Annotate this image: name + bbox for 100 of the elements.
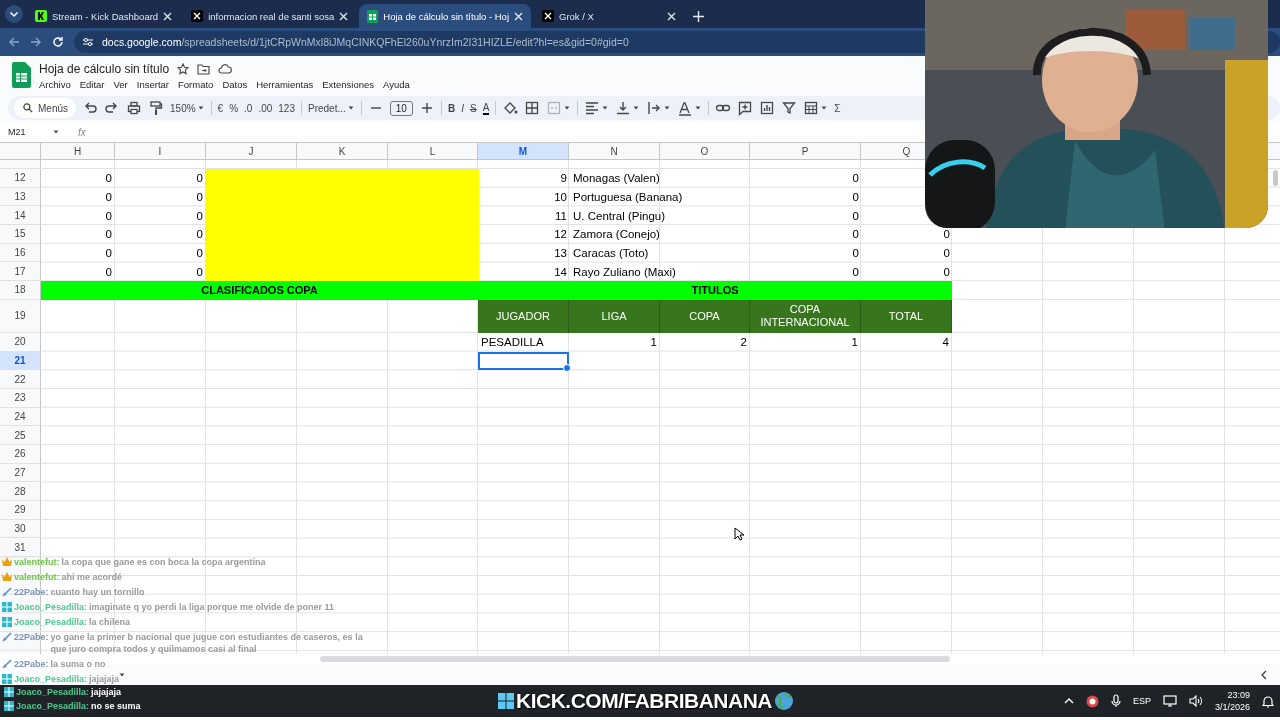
row-header[interactable]: 17 bbox=[0, 262, 41, 282]
merge-cells-icon[interactable] bbox=[546, 100, 563, 116]
print-icon[interactable] bbox=[126, 100, 142, 116]
menu-item[interactable]: Insertar bbox=[136, 79, 169, 90]
caret-icon[interactable] bbox=[601, 104, 610, 112]
chart-icon[interactable] bbox=[759, 100, 776, 116]
microphone-icon[interactable] bbox=[1110, 694, 1121, 708]
font-dropdown[interactable]: Predet... bbox=[308, 102, 346, 114]
close-icon[interactable] bbox=[514, 11, 523, 21]
windows-icon[interactable] bbox=[498, 693, 514, 709]
caret-icon[interactable] bbox=[632, 104, 641, 112]
close-icon[interactable] bbox=[339, 11, 349, 21]
number-format-button[interactable]: 123 bbox=[278, 102, 295, 114]
paint-format-icon[interactable] bbox=[148, 100, 164, 116]
scrollbar-thumb[interactable] bbox=[320, 656, 950, 662]
forward-arrow-icon[interactable] bbox=[30, 36, 42, 48]
chevron-up-icon[interactable] bbox=[1063, 697, 1074, 705]
table-icon[interactable] bbox=[803, 100, 820, 116]
table-cell-text: 0 bbox=[942, 227, 951, 243]
document-title[interactable]: Hoja de cálculo sin título bbox=[39, 62, 170, 76]
row-header[interactable]: 31 bbox=[0, 538, 41, 558]
search-menus-field[interactable]: Menús bbox=[14, 98, 76, 118]
caret-icon[interactable] bbox=[563, 104, 572, 112]
circle-app-icon[interactable] bbox=[1085, 694, 1099, 708]
text-rotation-icon[interactable] bbox=[677, 100, 694, 116]
font-size-field[interactable]: 10 bbox=[389, 100, 413, 116]
fill-color-icon[interactable] bbox=[502, 100, 519, 116]
column-header[interactable]: H bbox=[41, 143, 115, 159]
table-cell-text: U. Central (Pingu) bbox=[572, 208, 667, 224]
selected-cell[interactable] bbox=[478, 351, 569, 371]
percent-format-button[interactable]: % bbox=[229, 102, 239, 114]
tab-search-icon[interactable] bbox=[4, 4, 24, 24]
plus-icon[interactable] bbox=[693, 11, 704, 22]
column-header[interactable]: O bbox=[660, 143, 750, 159]
row-header[interactable]: 22 bbox=[0, 370, 41, 389]
close-icon[interactable] bbox=[163, 11, 173, 21]
chat-username: 22Pabe: bbox=[14, 586, 49, 598]
menu-item[interactable]: Extensiones bbox=[322, 79, 374, 90]
reload-icon[interactable] bbox=[52, 36, 64, 48]
bell-icon[interactable] bbox=[1262, 694, 1274, 708]
row-header[interactable]: 29 bbox=[0, 501, 41, 520]
bold-button[interactable]: B bbox=[447, 102, 456, 114]
browser-tab[interactable]: Grok / X bbox=[534, 4, 684, 28]
menu-item[interactable]: Formato bbox=[178, 79, 214, 90]
site-settings-icon[interactable] bbox=[82, 36, 94, 48]
folder-icon[interactable] bbox=[197, 63, 211, 75]
column-header[interactable]: N bbox=[569, 143, 660, 159]
scrollbar-thumb[interactable] bbox=[1273, 170, 1278, 186]
menu-item[interactable]: Herramientas bbox=[256, 79, 314, 90]
caret-icon[interactable] bbox=[663, 104, 672, 112]
speaker-icon[interactable] bbox=[1188, 695, 1203, 707]
currency-format-button[interactable]: € bbox=[217, 102, 224, 114]
column-header[interactable]: K bbox=[297, 143, 388, 159]
name-box[interactable]: M21 bbox=[8, 127, 44, 137]
chat-message: no se suma bbox=[91, 700, 141, 712]
column-header[interactable]: J bbox=[206, 143, 297, 159]
filter-icon[interactable] bbox=[781, 100, 798, 116]
row-header[interactable]: 14 bbox=[0, 206, 41, 226]
menu-item[interactable]: Archivo bbox=[39, 79, 71, 90]
sheets-logo-icon[interactable] bbox=[12, 62, 31, 88]
zoom-dropdown[interactable]: 150% bbox=[170, 102, 196, 114]
caret-icon[interactable] bbox=[820, 104, 829, 112]
align-icon[interactable] bbox=[584, 100, 601, 116]
menu-item[interactable]: Ver bbox=[113, 79, 128, 90]
browser-tab[interactable]: Stream - Kick Dashboard bbox=[27, 4, 181, 28]
back-arrow-icon[interactable] bbox=[8, 36, 20, 48]
row-header[interactable]: 18 bbox=[0, 281, 41, 300]
column-header[interactable]: I bbox=[115, 143, 206, 159]
sheet-menu-caret-icon[interactable] bbox=[118, 671, 126, 679]
text-color-button[interactable]: A bbox=[482, 101, 490, 115]
caret-icon[interactable] bbox=[694, 104, 703, 112]
menu-item[interactable]: Ayuda bbox=[383, 79, 410, 90]
decrease-decimals-button[interactable]: .0 bbox=[244, 102, 253, 114]
menu-item[interactable]: Datos bbox=[222, 79, 248, 90]
language-indicator[interactable]: ESP bbox=[1132, 696, 1151, 706]
menu-item[interactable]: Editar bbox=[79, 79, 105, 90]
caret-icon[interactable] bbox=[52, 128, 60, 136]
clock[interactable]: 23:09 3/1/2026 bbox=[1214, 689, 1250, 713]
browser-tab[interactable]: Hoja de cálculo sin título - Hoj bbox=[359, 4, 531, 28]
borders-icon[interactable] bbox=[524, 100, 541, 116]
vertical-align-icon[interactable] bbox=[615, 100, 632, 116]
comment-icon[interactable] bbox=[737, 100, 754, 116]
network-icon[interactable] bbox=[1162, 695, 1177, 707]
row-header[interactable]: 28 bbox=[0, 482, 41, 501]
italic-button[interactable]: I bbox=[461, 102, 464, 114]
column-header[interactable]: M bbox=[478, 143, 569, 159]
strikethrough-button[interactable]: S bbox=[469, 102, 477, 114]
column-header[interactable]: Q bbox=[861, 143, 925, 159]
close-icon[interactable] bbox=[667, 11, 676, 21]
column-header[interactable]: P bbox=[750, 143, 861, 159]
star-icon[interactable] bbox=[177, 63, 190, 75]
caret-icon[interactable] bbox=[346, 104, 355, 112]
caret-icon[interactable] bbox=[196, 104, 205, 112]
increase-decimals-button[interactable]: .00 bbox=[258, 102, 273, 114]
functions-button[interactable]: Σ bbox=[834, 102, 841, 114]
cloud-icon[interactable] bbox=[218, 64, 233, 74]
fill-handle[interactable] bbox=[563, 364, 571, 373]
row-header[interactable]: 25 bbox=[0, 426, 41, 445]
browser-tab[interactable]: informacion real de santi sosa bbox=[183, 4, 357, 28]
chevron-left-icon[interactable] bbox=[1260, 670, 1268, 680]
